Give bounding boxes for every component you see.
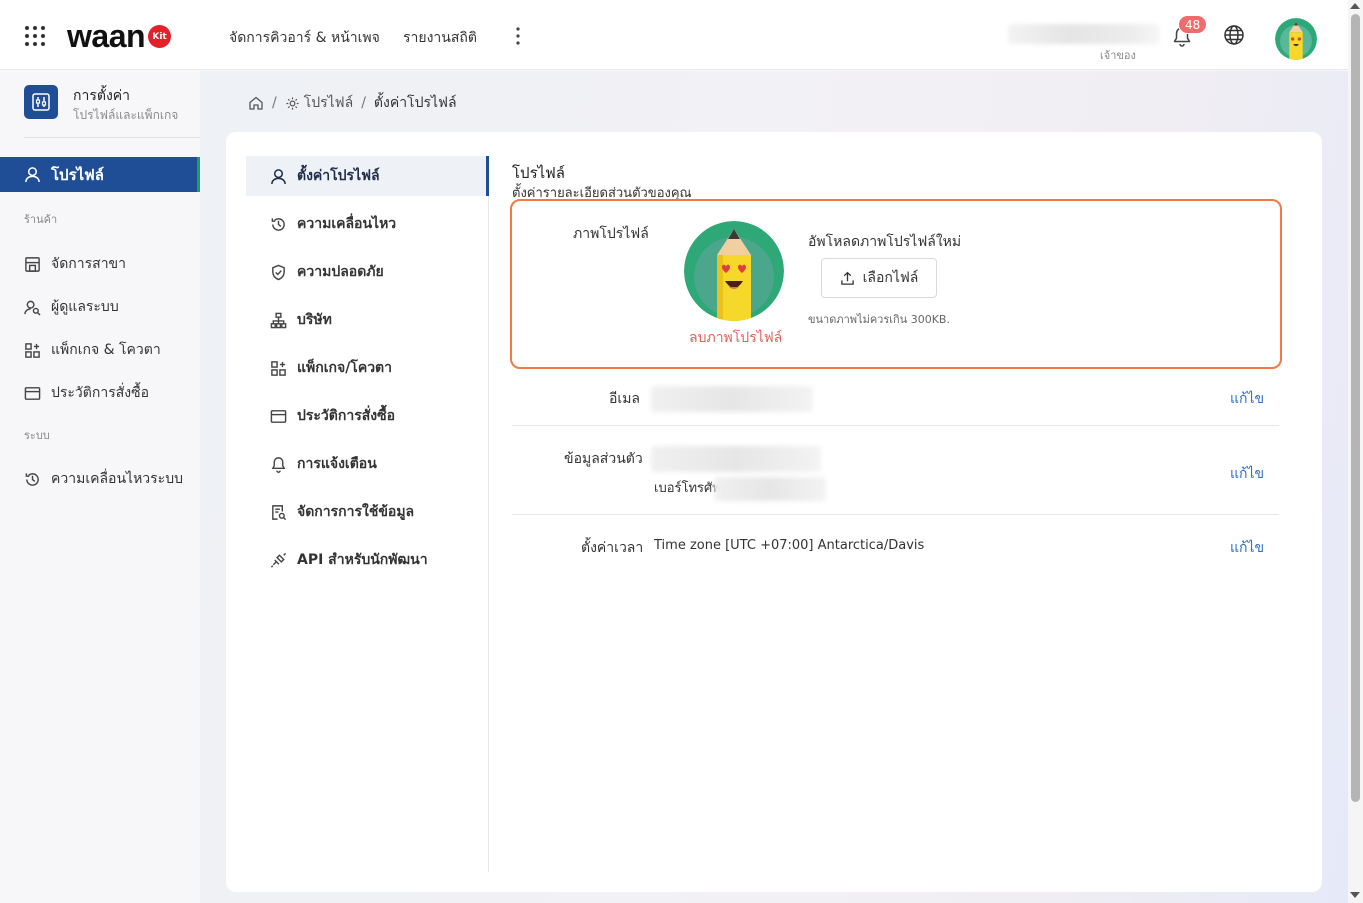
breadcrumb: / โปรไฟล์ / ตั้งค่าโปรไฟล์ (248, 92, 457, 114)
upload-hint: ขนาดภาพไม่ควรเกิน 300KB. (808, 313, 950, 326)
inner-menu-company[interactable]: บริษัท (246, 300, 486, 340)
inner-menu-orders[interactable]: ประวัติการสั่งซื้อ (246, 396, 486, 436)
upload-photo-title: อัพโหลดภาพโปรไฟล์ใหม่ (808, 234, 962, 250)
sidebar-item-label: ผู้ดูแลระบบ (51, 299, 119, 315)
package-icon (271, 360, 286, 376)
globe-icon[interactable] (1223, 24, 1245, 46)
inner-menu-profile-settings[interactable]: ตั้งค่าโปรไฟล์ (246, 156, 486, 196)
breadcrumb-separator: / (272, 95, 277, 111)
inner-menu-label: บริษัท (297, 312, 332, 328)
email-label: อีเมล (609, 391, 641, 407)
inner-menu-label: ความปลอดภัย (297, 264, 384, 280)
breadcrumb-separator: / (361, 95, 366, 111)
api-icon (270, 552, 287, 568)
inner-menu-active-indicator (486, 156, 489, 196)
inner-menu-label: การแจ้งเตือน (297, 456, 377, 472)
data-usage-icon (272, 504, 287, 520)
inner-menu-label: แพ็กเกจ/โควตา (297, 360, 393, 376)
settings-header: การตั้งค่า โปรไฟล์และแพ็กเกจ (24, 85, 200, 125)
logo-text: waan (67, 18, 146, 54)
user-icon (271, 168, 286, 184)
apps-grid-icon[interactable] (24, 25, 46, 47)
choose-file-label: เลือกไฟล์ (862, 270, 919, 286)
section-system: ระบบ (24, 429, 50, 442)
upload-icon (840, 271, 854, 285)
inner-menu-label: จัดการการใช้ข้อมูล (297, 504, 415, 520)
logo-kit-badge: Kit (148, 25, 172, 48)
inner-menu-notifications[interactable]: การแจ้งเตือน (246, 444, 486, 484)
credit-card-icon (270, 409, 287, 423)
sidebar-divider (24, 137, 200, 138)
edit-email-link[interactable]: แก้ไข (1230, 388, 1264, 410)
gear-icon (286, 96, 299, 110)
personal-name-redacted (651, 446, 821, 472)
section-store: ร้านค้า (24, 213, 58, 226)
scrollbar-thumb[interactable] (1351, 14, 1360, 802)
top-bar: waan Kit จัดการคิวอาร์ & หน้าเพจ รายงานส… (0, 0, 1348, 70)
edit-timezone-link[interactable]: แก้ไข (1230, 537, 1264, 559)
inner-menu-api[interactable]: API สำหรับนักพัฒนา (246, 540, 486, 580)
timezone-label: ตั้งค่าเวลา (581, 540, 644, 556)
inner-menu-label: ความเคลื่อนไหว (297, 216, 397, 232)
inner-menu-activity[interactable]: ความเคลื่อนไหว (246, 204, 486, 244)
nav-statistics[interactable]: รายงานสถิติ (403, 27, 477, 49)
user-icon (25, 167, 40, 183)
sidebar: การตั้งค่า โปรไฟล์และแพ็กเกจ โปรไฟล์ ร้า… (0, 71, 200, 903)
delete-photo-link[interactable]: ลบภาพโปรไฟล์ (689, 327, 782, 349)
settings-title: การตั้งค่า (73, 88, 131, 104)
sidebar-item-profile[interactable]: โปรไฟล์ (0, 157, 200, 192)
notification-badge: 48 (1178, 15, 1208, 34)
history-icon (271, 217, 285, 231)
scroll-up-arrow-icon[interactable] (1350, 3, 1360, 9)
sidebar-item-label: โปรไฟล์ (51, 165, 104, 184)
sidebar-item-packages[interactable]: แพ็กเกจ & โควตา (24, 339, 161, 361)
breadcrumb-profile[interactable]: โปรไฟล์ (304, 92, 353, 114)
inner-menu-label: ตั้งค่าโปรไฟล์ (297, 168, 380, 184)
profile-photo-label: ภาพโปรไฟล์ (573, 226, 649, 242)
choose-file-button[interactable]: เลือกไฟล์ (821, 258, 937, 298)
phone-label: เบอร์โทรศัพ (654, 481, 721, 496)
package-icon (25, 342, 40, 358)
profile-avatar-image (684, 221, 784, 321)
row-divider (512, 514, 1279, 515)
history-icon (25, 472, 39, 486)
phone-value-redacted (714, 477, 826, 501)
logo[interactable]: waan Kit (67, 18, 172, 55)
personal-info-label: ข้อมูลส่วนตัว (564, 451, 643, 467)
store-icon (25, 256, 40, 272)
sidebar-item-system-activity[interactable]: ความเคลื่อนไหวระบบ (24, 468, 183, 490)
inner-menu-packages[interactable]: แพ็กเกจ/โควตา (246, 348, 486, 388)
settings-sliders-icon (24, 85, 58, 119)
sidebar-item-branches[interactable]: จัดการสาขา (24, 253, 126, 275)
user-role: เจ้าของ (1100, 49, 1136, 62)
sidebar-item-label: ความเคลื่อนไหวระบบ (51, 471, 183, 487)
inner-menu-label: ประวัติการสั่งซื้อ (297, 408, 396, 424)
row-divider (512, 425, 1279, 426)
inner-menu-label: API สำหรับนักพัฒนา (297, 552, 428, 568)
user-avatar[interactable] (1275, 18, 1317, 60)
inner-menu-data-usage[interactable]: จัดการการใช้ข้อมูล (246, 492, 486, 532)
breadcrumb-current: ตั้งค่าโปรไฟล์ (373, 95, 457, 111)
sitemap-icon (270, 312, 287, 328)
nav-qr-pages[interactable]: จัดการคิวอาร์ & หน้าเพจ (229, 27, 380, 49)
scroll-down-arrow-icon[interactable] (1350, 892, 1360, 898)
sidebar-item-label: จัดการสาขา (51, 256, 126, 272)
sidebar-item-label: แพ็กเกจ & โควตา (51, 342, 161, 358)
inner-menu-divider (488, 156, 489, 872)
more-vertical-icon[interactable] (510, 25, 526, 47)
shield-icon (272, 264, 285, 280)
home-icon[interactable] (248, 95, 264, 111)
sidebar-item-orders[interactable]: ประวัติการสั่งซื้อ (24, 382, 149, 404)
inner-menu-security[interactable]: ความปลอดภัย (246, 252, 486, 292)
edit-personal-info-link[interactable]: แก้ไข (1230, 463, 1264, 485)
settings-subtitle: โปรไฟล์และแพ็กเกจ (73, 108, 179, 122)
credit-card-icon (24, 386, 41, 400)
users-icon (24, 300, 41, 316)
sidebar-item-label: ประวัติการสั่งซื้อ (51, 385, 150, 401)
user-name-redacted (1008, 24, 1160, 44)
sidebar-item-admins[interactable]: ผู้ดูแลระบบ (24, 296, 119, 318)
email-value-redacted (651, 386, 813, 412)
timezone-value: Time zone [UTC +07:00] Antarctica/Davis (654, 538, 925, 553)
bell-icon (271, 456, 286, 473)
